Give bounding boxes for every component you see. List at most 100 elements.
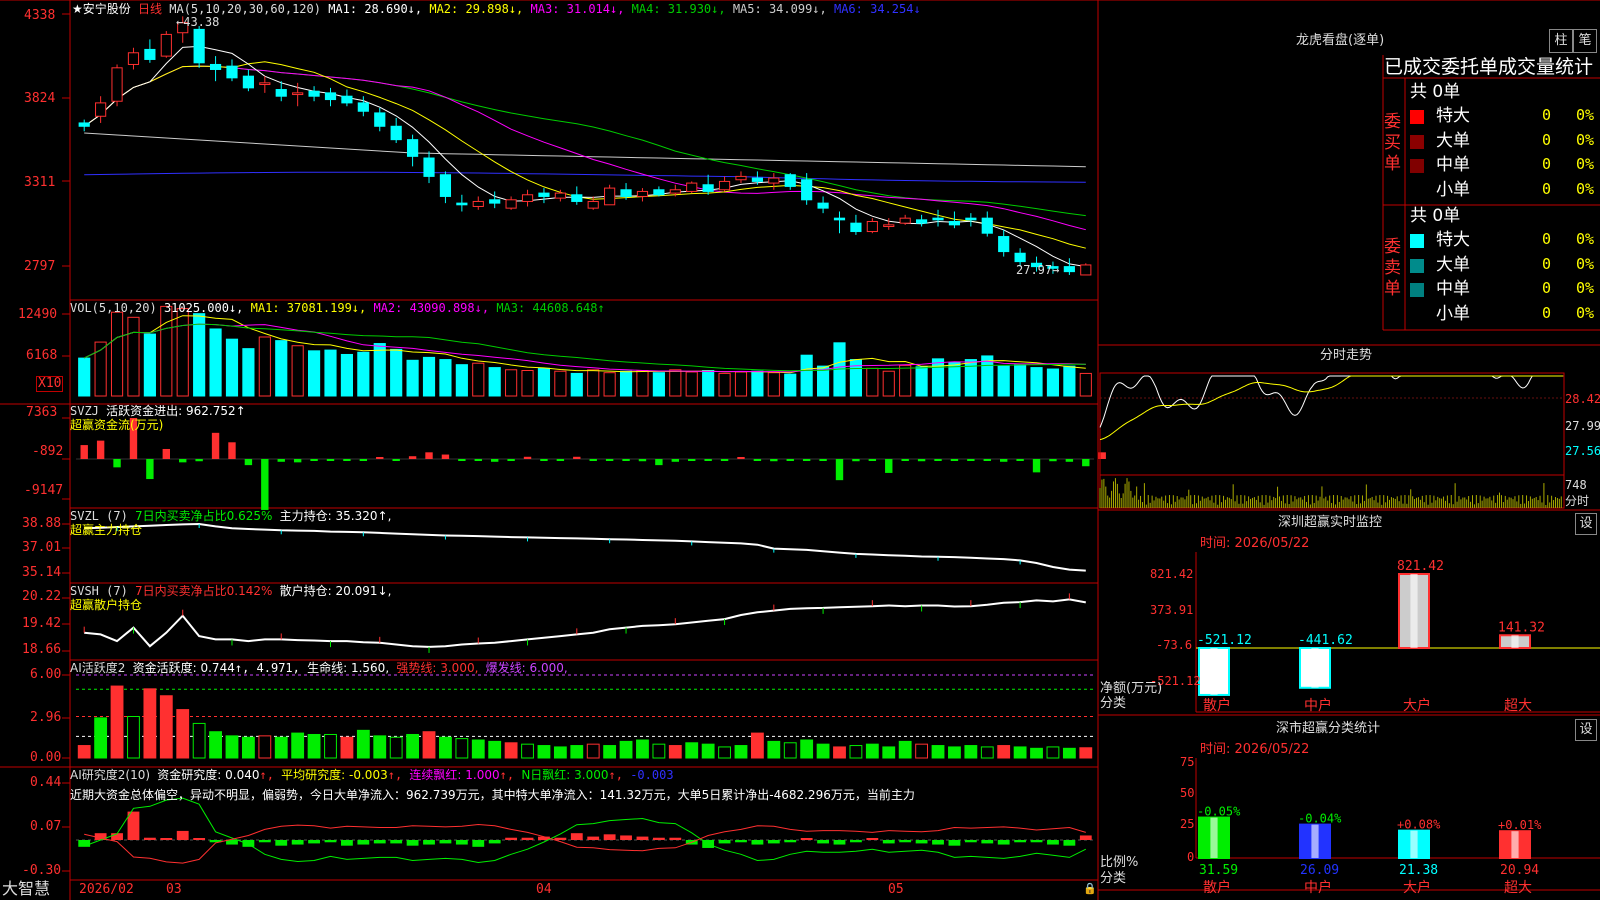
- sell-row-count: 0: [1542, 279, 1552, 297]
- research-bar: [1014, 840, 1027, 843]
- volume-bar: [784, 373, 797, 397]
- research-bar: [554, 837, 567, 840]
- candle-body: [554, 192, 566, 199]
- brand-logo[interactable]: 大智慧: [2, 880, 50, 898]
- candle-body: [636, 190, 649, 197]
- main-chart-svg[interactable]: -521.12散户-441.62中户821.42大户141.32超大31.59散…: [0, 0, 1600, 900]
- minute-tick-2: 27.99: [1565, 419, 1600, 433]
- activity-bar: [94, 717, 108, 759]
- activity-bar: [718, 746, 731, 759]
- svzl-tick-2: 37.01: [22, 540, 62, 555]
- bar-change-label: +0.01%: [1498, 818, 1542, 832]
- research-bar: [1047, 840, 1059, 845]
- bar-value-label: 141.32: [1498, 620, 1545, 635]
- sz-settings-button[interactable]: 设: [1575, 513, 1597, 535]
- svzj-subtitle: 超赢资金流(万元): [70, 418, 164, 432]
- bar-value-label: 21.38: [1399, 863, 1438, 878]
- svzj-bar: [983, 459, 991, 461]
- activity-bar: [1046, 746, 1060, 759]
- lock-icon[interactable]: 🔒: [1083, 882, 1097, 896]
- price-header: ★安宁股份 日线 MA(5,10,20,30,60,120) MA1: 28.6…: [72, 2, 921, 16]
- sell-row-name: 中单: [1436, 279, 1470, 299]
- activity-bar: [159, 695, 173, 759]
- sm-time: 时间: 2026/05/22: [1200, 742, 1310, 757]
- ai-research-chart[interactable]: [76, 797, 1094, 864]
- category-bar-散户: [1198, 816, 1230, 860]
- svzj-bar: [852, 459, 860, 462]
- activity-bar: [701, 743, 715, 759]
- candle-body: [209, 63, 222, 70]
- activity-bar: [603, 745, 617, 759]
- candle-body: [423, 157, 435, 177]
- research-bar: [423, 840, 435, 845]
- svsh-chart[interactable]: [83, 593, 1086, 653]
- price-chart[interactable]: [78, 16, 1092, 276]
- svzj-bar: [1049, 459, 1057, 462]
- volume-bar: [439, 359, 452, 397]
- svzj-bar: [901, 459, 909, 461]
- svzj-bar: [359, 459, 368, 461]
- candle-body: [801, 179, 813, 201]
- bar-category-label: 超大: [1504, 698, 1532, 714]
- ai-activity-chart[interactable]: [76, 674, 1094, 759]
- research-bar: [439, 840, 452, 844]
- volume-bar: [882, 370, 895, 397]
- candle-body: [505, 199, 517, 209]
- svzj-bar: [720, 459, 729, 461]
- volume-bar: [160, 305, 173, 397]
- volume-bar: [307, 350, 321, 397]
- svzj-bar: [96, 440, 105, 459]
- minute-title: 分时走势: [1320, 348, 1373, 363]
- research-bar: [291, 840, 304, 845]
- activity-bar: [948, 746, 961, 759]
- svzj-bar: [622, 459, 630, 461]
- sm-settings-button[interactable]: 设: [1575, 719, 1597, 741]
- volume-bar: [767, 372, 780, 397]
- svzj-chart[interactable]: [76, 418, 1106, 510]
- research-bar: [258, 840, 271, 843]
- research-bar: [505, 837, 518, 840]
- period-label[interactable]: 日线: [138, 2, 162, 16]
- activity-bar: [882, 746, 896, 759]
- candle-body: [226, 65, 238, 79]
- res-tick-1: 0.44: [30, 775, 62, 790]
- research-bar: [899, 840, 912, 843]
- candle-body: [193, 28, 205, 64]
- candle-body: [439, 174, 452, 197]
- candle-body: [850, 222, 862, 233]
- research-bar: [488, 840, 501, 844]
- sz-monitor-title: 深圳超赢实时监控: [1278, 515, 1383, 530]
- candle-body: [1080, 264, 1092, 276]
- bar-view-button[interactable]: 柱: [1549, 29, 1573, 53]
- dragon-title: 龙虎看盘(逐单): [1296, 33, 1385, 48]
- activity-bar: [1062, 747, 1076, 759]
- res-nred: N日飘红: 3.000: [521, 768, 609, 782]
- category-bar-大户: [1398, 573, 1430, 649]
- volume-bar: [915, 366, 928, 397]
- bar-value-label: 26.09: [1300, 863, 1339, 878]
- activity-bar: [373, 735, 387, 759]
- activity-bar: [915, 743, 929, 759]
- sz-unit: 净额(万元): [1100, 681, 1163, 696]
- activity-bar: [1079, 747, 1093, 759]
- sell-swatch: [1410, 308, 1424, 322]
- vol-unit-badge[interactable]: X10: [36, 376, 64, 392]
- volume-bar: [931, 358, 945, 397]
- volume-bar: [488, 367, 501, 397]
- act-burst: 爆发线: 6.000,: [485, 661, 568, 675]
- svzj-bar: [999, 459, 1008, 462]
- activity-bar: [997, 745, 1011, 759]
- buy-total: 共 0单: [1410, 82, 1461, 102]
- volume-bar: [357, 351, 370, 397]
- volume-chart[interactable]: [78, 305, 1092, 397]
- svzl-chart[interactable]: [84, 522, 1086, 572]
- volume-bar: [390, 348, 403, 397]
- research-bar: [620, 835, 632, 840]
- bar-category-label: 大户: [1403, 697, 1431, 714]
- buy-row-count: 0: [1542, 179, 1552, 198]
- tick-view-button[interactable]: 笔: [1573, 29, 1597, 53]
- activity-bar: [1030, 747, 1043, 759]
- vol-tick-2: 6168: [26, 348, 58, 363]
- stock-name[interactable]: ★安宁股份: [72, 2, 131, 16]
- activity-bar: [258, 735, 272, 759]
